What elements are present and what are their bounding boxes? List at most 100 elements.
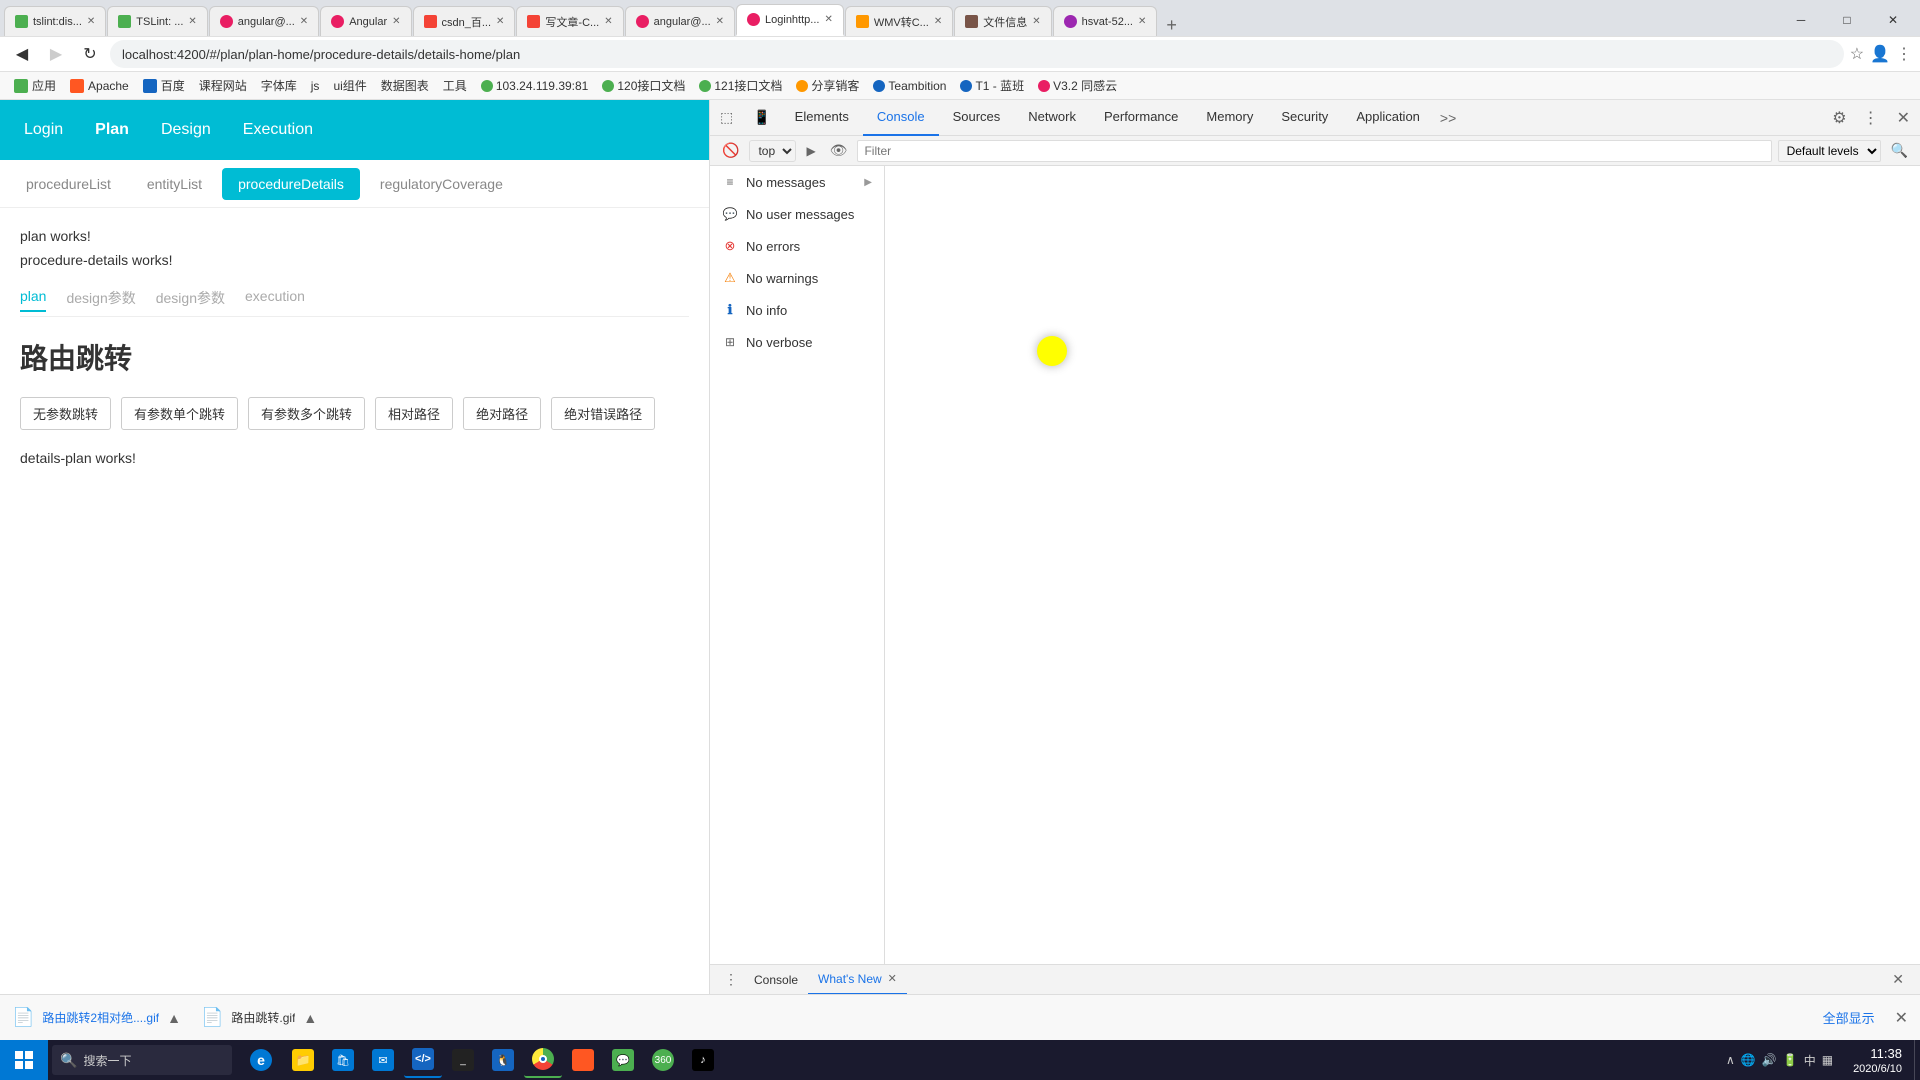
devtools-settings-btn[interactable]: ⚙: [1824, 100, 1854, 136]
systray-extra-icon[interactable]: ▦: [1822, 1053, 1833, 1067]
browser-tab-active[interactable]: Loginhttp... ✕: [736, 4, 844, 36]
browser-tab[interactable]: hsvat-52... ✕: [1053, 6, 1158, 36]
devtools-tab-console[interactable]: Console: [863, 100, 939, 136]
devtools-device-btn[interactable]: 📱: [743, 100, 780, 136]
tab-close[interactable]: ✕: [716, 16, 724, 27]
devtools-tab-memory[interactable]: Memory: [1192, 100, 1267, 136]
taskbar-item-mail[interactable]: ✉: [364, 1042, 402, 1078]
devtools-more-btn[interactable]: ⋮: [1855, 100, 1887, 136]
bookmark-button[interactable]: ☆: [1850, 44, 1864, 64]
console-clear-btn[interactable]: 🚫: [718, 142, 743, 159]
bookmark-t1[interactable]: T1 - 蓝班: [954, 75, 1030, 96]
taskbar-item-qq[interactable]: 🐧: [484, 1042, 522, 1078]
sidebar-item-warnings[interactable]: ⚠ No warnings: [710, 262, 884, 294]
taskbar-item-douyin[interactable]: ♪: [684, 1042, 722, 1078]
systray-volume-icon[interactable]: 🔊: [1762, 1053, 1777, 1067]
console-filter-input[interactable]: [857, 140, 1771, 162]
nav-plan[interactable]: Plan: [91, 113, 133, 147]
bookmark-tools[interactable]: 工具: [437, 75, 473, 96]
download-arrow-1[interactable]: ▲: [167, 1010, 181, 1026]
bookmark-js[interactable]: js: [305, 77, 326, 95]
taskbar-item-vscode[interactable]: </>: [404, 1042, 442, 1078]
taskbar-item-terminal[interactable]: _: [444, 1042, 482, 1078]
bookmark-font[interactable]: 字体库: [255, 75, 303, 96]
start-button[interactable]: [0, 1040, 48, 1080]
inner-tab-execution[interactable]: execution: [245, 284, 305, 312]
browser-tab[interactable]: TSLint: ... ✕: [107, 6, 207, 36]
taskbar-clock[interactable]: 11:38 2020/6/10: [1841, 1045, 1914, 1075]
browser-tab[interactable]: csdn_百... ✕: [413, 6, 516, 36]
tab-close[interactable]: ✕: [604, 16, 612, 27]
console-context-select[interactable]: top: [749, 140, 796, 162]
download-all-link[interactable]: 全部显示: [1823, 1008, 1875, 1027]
taskbar-show-desktop[interactable]: [1914, 1040, 1920, 1080]
bookmark-course[interactable]: 课程网站: [193, 75, 253, 96]
close-button[interactable]: ✕: [1870, 4, 1916, 36]
systray-battery-icon[interactable]: 🔋: [1783, 1053, 1798, 1067]
minimize-button[interactable]: ─: [1778, 4, 1824, 36]
console-level-select[interactable]: Default levels: [1778, 140, 1881, 162]
bookmark-share[interactable]: 分享销客: [790, 75, 865, 96]
browser-tab[interactable]: tslint:dis... ✕: [4, 6, 106, 36]
bottom-tab-whatsnew[interactable]: What's New ✕: [808, 965, 907, 995]
browser-tab[interactable]: angular@... ✕: [209, 6, 319, 36]
reload-button[interactable]: ↻: [76, 40, 104, 68]
devtools-tab-application[interactable]: Application: [1342, 100, 1434, 136]
bookmark-apache[interactable]: Apache: [64, 77, 135, 95]
console-search-btn[interactable]: 🔍: [1887, 142, 1912, 159]
console-filter-toggle[interactable]: ▶: [802, 144, 819, 158]
bookmark-baidu[interactable]: 百度: [137, 75, 191, 96]
inner-tab-design2[interactable]: design参数: [156, 284, 225, 312]
taskbar-item-360[interactable]: 360: [644, 1042, 682, 1078]
devtools-tab-security[interactable]: Security: [1267, 100, 1342, 136]
tab-close[interactable]: ✕: [496, 16, 504, 27]
bookmark-api1[interactable]: 120接口文档: [596, 75, 691, 96]
back-button[interactable]: ◀: [8, 40, 36, 68]
browser-tab[interactable]: angular@... ✕: [625, 6, 735, 36]
bookmark-ip1[interactable]: 103.24.119.39:81: [475, 77, 595, 95]
address-field[interactable]: localhost:4200/#/plan/plan-home/procedur…: [110, 40, 1844, 68]
download-arrow-2[interactable]: ▲: [303, 1010, 317, 1026]
tab-close[interactable]: ✕: [87, 16, 95, 27]
btn-multi-param[interactable]: 有参数多个跳转: [248, 397, 365, 430]
new-tab-button[interactable]: +: [1158, 15, 1185, 36]
btn-single-param[interactable]: 有参数单个跳转: [121, 397, 238, 430]
sidebar-item-errors[interactable]: ⊗ No errors: [710, 230, 884, 262]
tab-close[interactable]: ✕: [1032, 16, 1040, 27]
subnav-regulatorycoverage[interactable]: regulatoryCoverage: [364, 168, 519, 200]
devtools-inspect-btn[interactable]: ⬚: [710, 100, 743, 136]
tab-close[interactable]: ✕: [824, 14, 832, 25]
bookmark-ui[interactable]: ui组件: [327, 75, 372, 96]
subnav-procedurelist[interactable]: procedureList: [10, 168, 127, 200]
browser-tab[interactable]: 写文章-C... ✕: [516, 6, 623, 36]
taskbar-item-chrome[interactable]: [524, 1042, 562, 1078]
btn-absolute-error[interactable]: 绝对错误路径: [551, 397, 655, 430]
bookmark-apps[interactable]: 应用: [8, 75, 62, 96]
console-eye-btn[interactable]: 👁: [826, 142, 852, 159]
bottom-tab-console[interactable]: Console: [744, 965, 808, 995]
taskbar-item-paint[interactable]: [564, 1042, 602, 1078]
sidebar-item-info[interactable]: ℹ No info: [710, 294, 884, 326]
nav-login[interactable]: Login: [20, 113, 67, 147]
bookmark-api2[interactable]: 121接口文档: [693, 75, 788, 96]
taskbar-item-explorer[interactable]: 📁: [284, 1042, 322, 1078]
devtools-tab-network[interactable]: Network: [1014, 100, 1090, 136]
bottom-tab-close-icon[interactable]: ✕: [888, 972, 897, 985]
devtools-tab-elements[interactable]: Elements: [781, 100, 863, 136]
subnav-proceduredetails[interactable]: procedureDetails: [222, 168, 360, 200]
restore-button[interactable]: □: [1824, 4, 1870, 36]
browser-tab[interactable]: 文件信息 ✕: [954, 6, 1051, 36]
btn-no-param[interactable]: 无参数跳转: [20, 397, 111, 430]
systray-arrow[interactable]: ∧: [1726, 1053, 1735, 1067]
bookmark-data[interactable]: 数据图表: [375, 75, 435, 96]
tab-close[interactable]: ✕: [934, 16, 942, 27]
taskbar-item-wechat[interactable]: 💬: [604, 1042, 642, 1078]
tab-close[interactable]: ✕: [1138, 16, 1146, 27]
nav-design[interactable]: Design: [157, 113, 215, 147]
browser-tab[interactable]: Angular ✕: [320, 6, 411, 36]
bottom-bar-menu-icon[interactable]: ⋮: [718, 971, 744, 988]
systray-network-icon[interactable]: 🌐: [1741, 1053, 1756, 1067]
sidebar-item-verbose[interactable]: ⊞ No verbose: [710, 326, 884, 358]
devtools-tab-more[interactable]: >>: [1434, 100, 1462, 136]
btn-relative[interactable]: 相对路径: [375, 397, 453, 430]
